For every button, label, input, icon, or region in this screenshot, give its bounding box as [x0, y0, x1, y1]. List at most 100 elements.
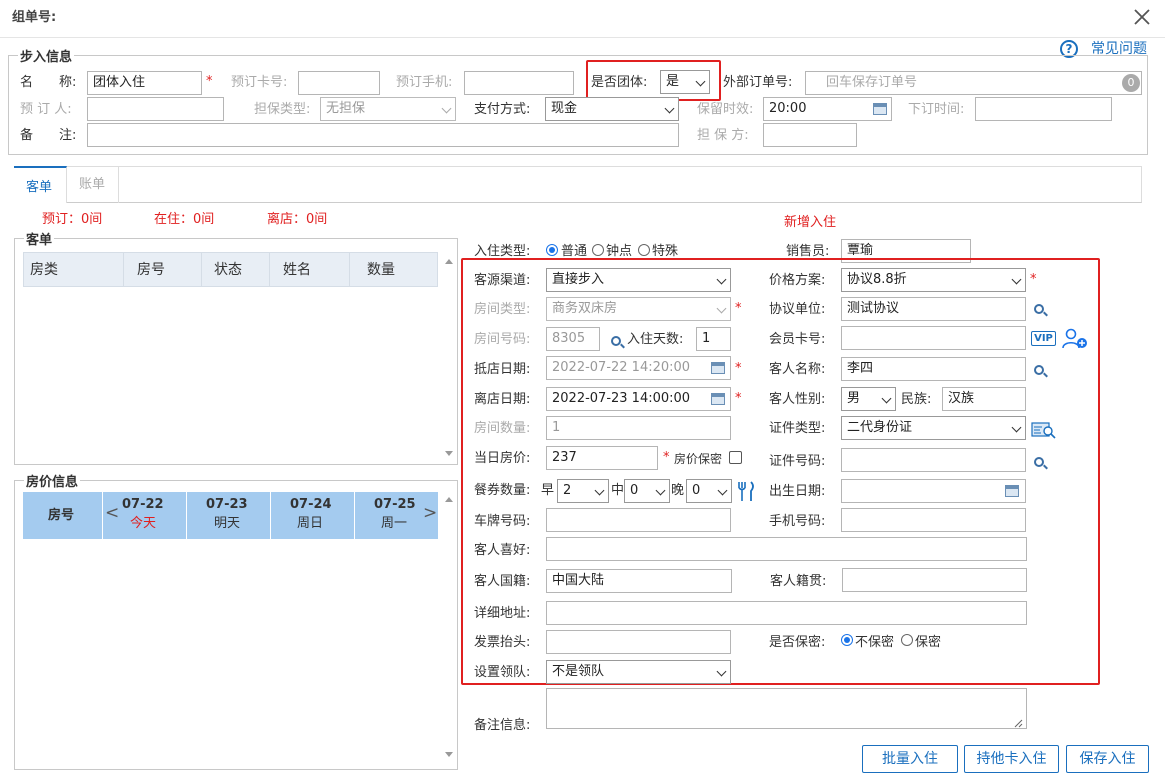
col-room-type[interactable]: 房类: [30, 253, 58, 287]
hobby-input[interactable]: [546, 537, 1027, 561]
days-input[interactable]: 1: [696, 327, 731, 351]
scroll-up-icon[interactable]: [445, 259, 453, 264]
note-textarea[interactable]: [546, 688, 1027, 729]
checkin-type-special-radio[interactable]: [638, 244, 650, 256]
id-card-reader-icon[interactable]: [1031, 421, 1056, 439]
invoice-input[interactable]: [546, 630, 731, 654]
agreement-input[interactable]: 测试协议: [841, 297, 1026, 321]
checkin-type-normal-radio[interactable]: [546, 244, 558, 256]
leader-label: 设置领队:: [474, 665, 531, 680]
checkin-type-hourly-radio[interactable]: [592, 244, 604, 256]
guest-name-input[interactable]: 李四: [841, 357, 1026, 381]
day-date-1: 07-22: [122, 497, 164, 512]
native-label: 客人籍贯:: [770, 574, 827, 589]
booking-card-input[interactable]: [298, 71, 380, 95]
scroll-down-icon[interactable]: [445, 451, 453, 456]
batch-checkin-button[interactable]: 批量入住: [862, 745, 958, 773]
mobile-label: 手机号码:: [769, 514, 826, 529]
vip-icon[interactable]: VIP: [1031, 331, 1056, 346]
id-no-input[interactable]: [841, 448, 1026, 472]
guarantee-type-value: 无担保: [326, 101, 366, 116]
room-count-input[interactable]: 1: [546, 416, 731, 440]
dinner-select[interactable]: 0: [686, 479, 732, 503]
resize-handle-icon[interactable]: [1014, 717, 1023, 728]
booker-input[interactable]: [87, 97, 224, 121]
ethnic-label: 民族:: [901, 392, 932, 407]
price-plan-select[interactable]: 协议8.8折: [841, 268, 1026, 292]
add-member-icon[interactable]: [1062, 328, 1088, 350]
search-icon[interactable]: [1034, 457, 1044, 467]
secret-label: 是否保密:: [769, 635, 826, 650]
calendar-icon[interactable]: [1005, 485, 1019, 497]
breakfast-select[interactable]: 2: [557, 479, 609, 503]
day-date-4: 07-25: [374, 497, 416, 512]
room-no-input[interactable]: 8305: [546, 327, 600, 351]
birth-input[interactable]: [841, 479, 1026, 503]
mobile-input[interactable]: [841, 508, 1026, 532]
lunch-value: 0: [630, 483, 639, 498]
remark-input[interactable]: [87, 123, 679, 147]
daily-price-input[interactable]: 237: [546, 446, 658, 470]
nationality-label: 客人国籍:: [474, 574, 531, 589]
id-type-select[interactable]: 二代身份证: [841, 416, 1026, 440]
col-room-no[interactable]: 房号: [137, 253, 165, 287]
payment-select[interactable]: 现金: [545, 97, 679, 121]
dinner-value: 0: [692, 483, 701, 498]
search-icon[interactable]: [1034, 304, 1044, 314]
scroll-down-icon[interactable]: [445, 752, 453, 757]
lunch-label: 中: [611, 483, 625, 498]
secret-no-radio[interactable]: [841, 634, 853, 646]
calendar-icon[interactable]: [873, 103, 887, 115]
calendar-icon[interactable]: [711, 393, 725, 405]
remark-label: 备 注:: [20, 128, 77, 143]
payment-value: 现金: [551, 101, 578, 116]
close-icon[interactable]: [1131, 6, 1153, 28]
col-name[interactable]: 姓名: [283, 253, 311, 287]
ethnic-input[interactable]: 汉族: [942, 387, 1026, 411]
next-arrow-icon[interactable]: >: [423, 504, 437, 522]
order-time-input[interactable]: [975, 97, 1112, 121]
tab-bill[interactable]: 账单: [67, 166, 119, 203]
is-group-label: 是否团体:: [591, 75, 648, 90]
guarantee-type-select[interactable]: 无担保: [320, 97, 456, 121]
tab-guest[interactable]: 客单: [14, 166, 67, 203]
plate-input[interactable]: [546, 508, 731, 532]
breakfast-value: 2: [563, 483, 572, 498]
payment-label: 支付方式:: [474, 102, 531, 117]
col-status[interactable]: 状态: [214, 253, 242, 287]
card-checkin-button[interactable]: 持他卡入住: [964, 745, 1059, 773]
source-select[interactable]: 直接步入: [546, 268, 731, 292]
room-type-select[interactable]: 商务双床房: [546, 297, 731, 321]
room-type-label: 房间类型:: [474, 302, 531, 317]
ext-order-input[interactable]: 回车保存订单号: [805, 71, 1142, 95]
leader-select[interactable]: 不是领队: [546, 660, 731, 684]
day-label-4: 周一: [381, 516, 408, 531]
nationality-input[interactable]: 中国大陆: [546, 569, 732, 593]
guarantee-type-label: 担保类型:: [254, 102, 311, 117]
gender-select[interactable]: 男: [841, 387, 896, 411]
prev-arrow-icon[interactable]: <: [105, 504, 119, 522]
arrive-input[interactable]: 2022-07-22 14:20:00: [546, 356, 731, 380]
search-icon[interactable]: [611, 336, 621, 346]
guarantor-input[interactable]: [763, 123, 857, 147]
save-checkin-button[interactable]: 保存入住: [1066, 745, 1149, 773]
native-input[interactable]: [842, 568, 1027, 592]
calendar-icon[interactable]: [711, 362, 725, 374]
cutlery-icon: [736, 480, 756, 502]
ext-order-label: 外部订单号:: [723, 75, 793, 90]
required-star: *: [663, 450, 670, 465]
member-card-input[interactable]: [841, 326, 1026, 350]
lunch-select[interactable]: 0: [624, 479, 670, 503]
search-icon[interactable]: [1034, 365, 1044, 375]
booking-phone-input[interactable]: [464, 71, 574, 95]
name-input[interactable]: 团体入住: [87, 71, 202, 95]
address-input[interactable]: [546, 601, 1027, 625]
plate-label: 车牌号码:: [474, 514, 531, 529]
leave-input[interactable]: 2022-07-23 14:00:00: [546, 387, 731, 411]
col-count[interactable]: 数量: [367, 253, 395, 287]
price-secret-checkbox[interactable]: [729, 451, 742, 464]
scroll-up-icon[interactable]: [445, 497, 453, 502]
is-group-select[interactable]: 是: [660, 70, 710, 94]
gender-value: 男: [847, 391, 861, 406]
secret-yes-radio[interactable]: [901, 634, 913, 646]
